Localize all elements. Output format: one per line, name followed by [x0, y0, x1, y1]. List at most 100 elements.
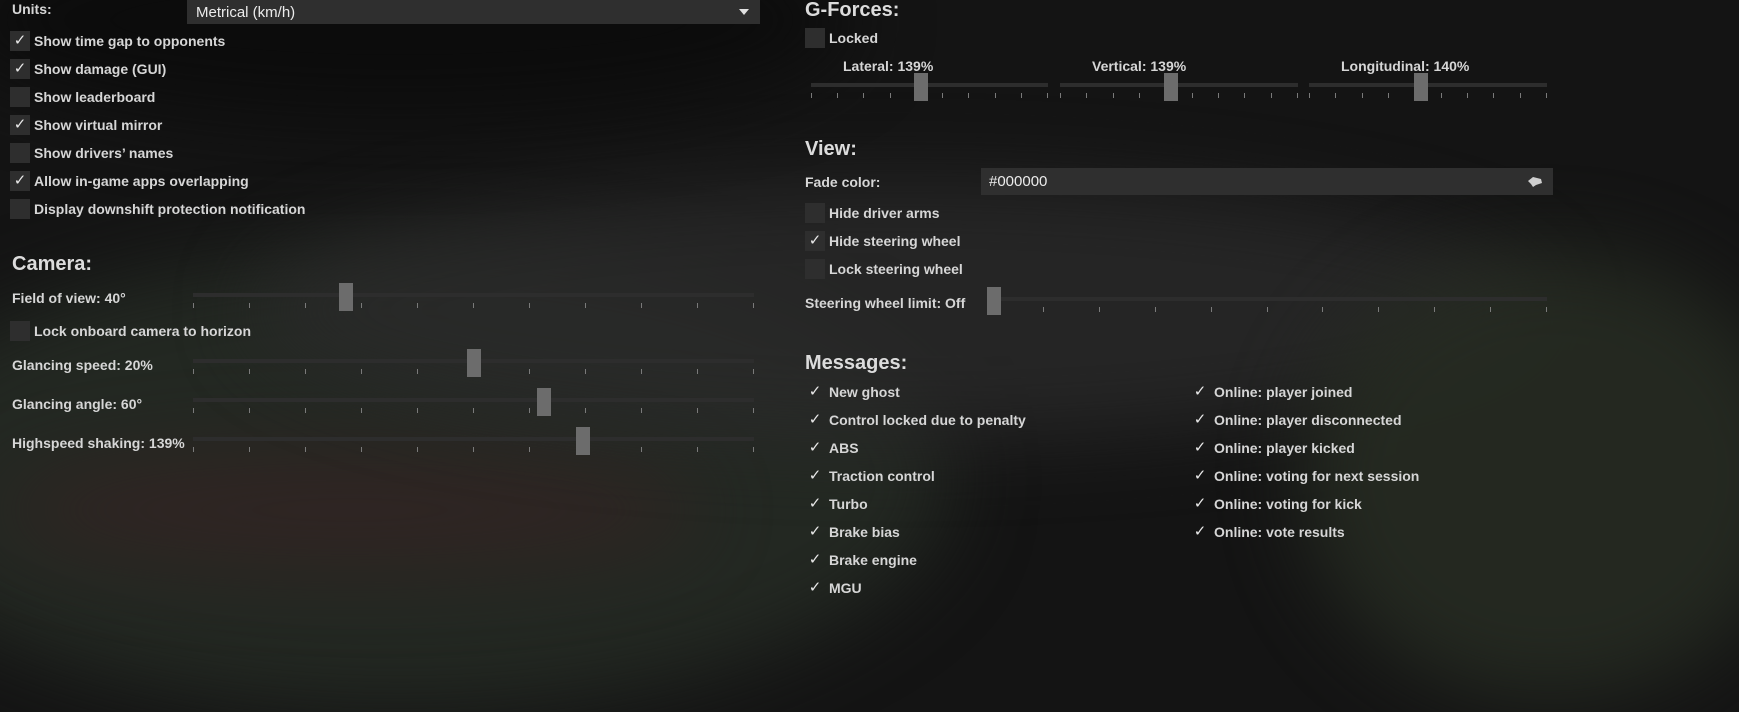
checkbox-checked[interactable]: ✓ [805, 550, 825, 570]
checkbox-checked[interactable]: ✓ [805, 231, 825, 251]
slider-tick [1520, 93, 1521, 98]
checkbox-checked[interactable]: ✓ [10, 59, 30, 79]
option-display-downshift-protection-notification[interactable]: Display downshift protection notificatio… [10, 198, 305, 220]
checkbox-unchecked[interactable] [805, 259, 825, 279]
checkbox-checked[interactable]: ✓ [805, 522, 825, 542]
slider-thumb[interactable] [987, 287, 1001, 315]
slider-tick [641, 369, 642, 374]
gforces-locked-option[interactable]: Locked [805, 27, 878, 49]
option-show-drivers-names[interactable]: Show drivers’ names [10, 142, 173, 164]
slider-track[interactable] [193, 398, 754, 402]
message-online-player-kicked[interactable]: ✓ Online: player kicked [1190, 437, 1355, 459]
message-brake-engine[interactable]: ✓ Brake engine [805, 549, 917, 571]
message-online-player-joined[interactable]: ✓ Online: player joined [1190, 381, 1353, 403]
message-control-locked-due-to-penalty[interactable]: ✓ Control locked due to penalty [805, 409, 1026, 431]
gforces-title: G-Forces: [805, 0, 900, 21]
message-abs[interactable]: ✓ ABS [805, 437, 859, 459]
glancing-speed-slider[interactable] [193, 349, 754, 377]
slider-track[interactable] [193, 293, 754, 297]
checkbox-unchecked[interactable] [10, 199, 30, 219]
hide-steering-wheel-option[interactable]: ✓ Hide steering wheel [805, 230, 960, 252]
option-show-virtual-mirror[interactable]: ✓ Show virtual mirror [10, 114, 162, 136]
checkbox-checked[interactable]: ✓ [805, 382, 825, 402]
message-online-player-disconnected[interactable]: ✓ Online: player disconnected [1190, 409, 1402, 431]
checkmark-icon: ✓ [808, 411, 822, 428]
checkbox-checked[interactable]: ✓ [1190, 410, 1210, 430]
message-online-voting-for-kick[interactable]: ✓ Online: voting for kick [1190, 493, 1362, 515]
checkbox-checked[interactable]: ✓ [1190, 382, 1210, 402]
option-label: Show damage (GUI) [34, 61, 167, 77]
checkbox-checked[interactable]: ✓ [805, 438, 825, 458]
checkbox-unchecked[interactable] [805, 203, 825, 223]
slider-track[interactable] [1060, 83, 1298, 87]
lock-horizon-option[interactable]: Lock onboard camera to horizon [10, 320, 251, 342]
slider-tick [305, 303, 306, 308]
slider-tick [1047, 93, 1048, 98]
fade-color-value: #000000 [989, 173, 1048, 190]
slider-thumb[interactable] [575, 427, 590, 455]
slider-track[interactable] [811, 83, 1048, 87]
slider-thumb[interactable] [466, 349, 481, 377]
checkbox-checked[interactable]: ✓ [1190, 522, 1210, 542]
slider-tick [1244, 93, 1245, 98]
checkbox-checked[interactable]: ✓ [805, 494, 825, 514]
slider-thumb[interactable] [339, 283, 354, 311]
fov-slider[interactable] [193, 283, 754, 311]
checkbox-unchecked[interactable] [805, 28, 825, 48]
slider-tick [1271, 93, 1272, 98]
option-label: Online: player kicked [1214, 440, 1355, 456]
slider-track[interactable] [193, 437, 754, 441]
hide-driver-arms-option[interactable]: Hide driver arms [805, 202, 940, 224]
slider-thumb[interactable] [1413, 73, 1428, 101]
lateral-slider[interactable] [811, 73, 1048, 101]
option-label: Lock steering wheel [829, 261, 963, 277]
checkbox-unchecked[interactable] [10, 143, 30, 163]
option-allow-in-game-apps-overlapping[interactable]: ✓ Allow in-game apps overlapping [10, 170, 249, 192]
slider-track[interactable] [987, 297, 1547, 301]
units-label: Units: [12, 1, 52, 17]
longitudinal-slider[interactable] [1309, 73, 1547, 101]
checkbox-checked[interactable]: ✓ [10, 31, 30, 51]
option-show-damage-gui[interactable]: ✓ Show damage (GUI) [10, 58, 166, 80]
checkbox-unchecked[interactable] [10, 321, 30, 341]
eyedropper-icon[interactable] [1527, 175, 1543, 188]
steering-limit-slider[interactable] [987, 287, 1547, 315]
checkmark-icon: ✓ [808, 439, 822, 456]
checkbox-unchecked[interactable] [10, 87, 30, 107]
message-turbo[interactable]: ✓ Turbo [805, 493, 868, 515]
slider-track[interactable] [1309, 83, 1547, 87]
messages-title: Messages: [805, 352, 908, 374]
checkbox-checked[interactable]: ✓ [10, 171, 30, 191]
units-dropdown[interactable]: Metrical (km/h) [187, 0, 760, 24]
option-label: Show leaderboard [34, 89, 156, 105]
checkmark-icon: ✓ [1193, 467, 1207, 484]
vertical-slider[interactable] [1060, 73, 1298, 101]
message-online-vote-results[interactable]: ✓ Online: vote results [1190, 521, 1345, 543]
checkbox-checked[interactable]: ✓ [10, 115, 30, 135]
slider-tick [193, 447, 194, 452]
slider-tick [529, 447, 530, 452]
option-show-leaderboard[interactable]: Show leaderboard [10, 86, 155, 108]
checkbox-checked[interactable]: ✓ [805, 466, 825, 486]
fade-color-field[interactable]: #000000 [981, 168, 1553, 195]
message-brake-bias[interactable]: ✓ Brake bias [805, 521, 900, 543]
lock-steering-wheel-option[interactable]: Lock steering wheel [805, 258, 963, 280]
checkbox-checked[interactable]: ✓ [1190, 466, 1210, 486]
checkmark-icon: ✓ [1193, 495, 1207, 512]
message-online-voting-for-next-session[interactable]: ✓ Online: voting for next session [1190, 465, 1420, 487]
checkbox-checked[interactable]: ✓ [805, 410, 825, 430]
checkbox-checked[interactable]: ✓ [805, 578, 825, 598]
message-new-ghost[interactable]: ✓ New ghost [805, 381, 900, 403]
checkbox-checked[interactable]: ✓ [1190, 494, 1210, 514]
message-mgu[interactable]: ✓ MGU [805, 577, 862, 599]
option-label: Allow in-game apps overlapping [34, 173, 249, 189]
option-show-time-gap-to-opponents[interactable]: ✓ Show time gap to opponents [10, 30, 225, 52]
slider-thumb[interactable] [1163, 73, 1178, 101]
glancing-angle-slider[interactable] [193, 388, 754, 416]
slider-thumb[interactable] [536, 388, 551, 416]
slider-thumb[interactable] [914, 73, 929, 101]
message-traction-control[interactable]: ✓ Traction control [805, 465, 935, 487]
chevron-down-icon [739, 9, 749, 15]
highspeed-shaking-slider[interactable] [193, 427, 754, 455]
checkbox-checked[interactable]: ✓ [1190, 438, 1210, 458]
